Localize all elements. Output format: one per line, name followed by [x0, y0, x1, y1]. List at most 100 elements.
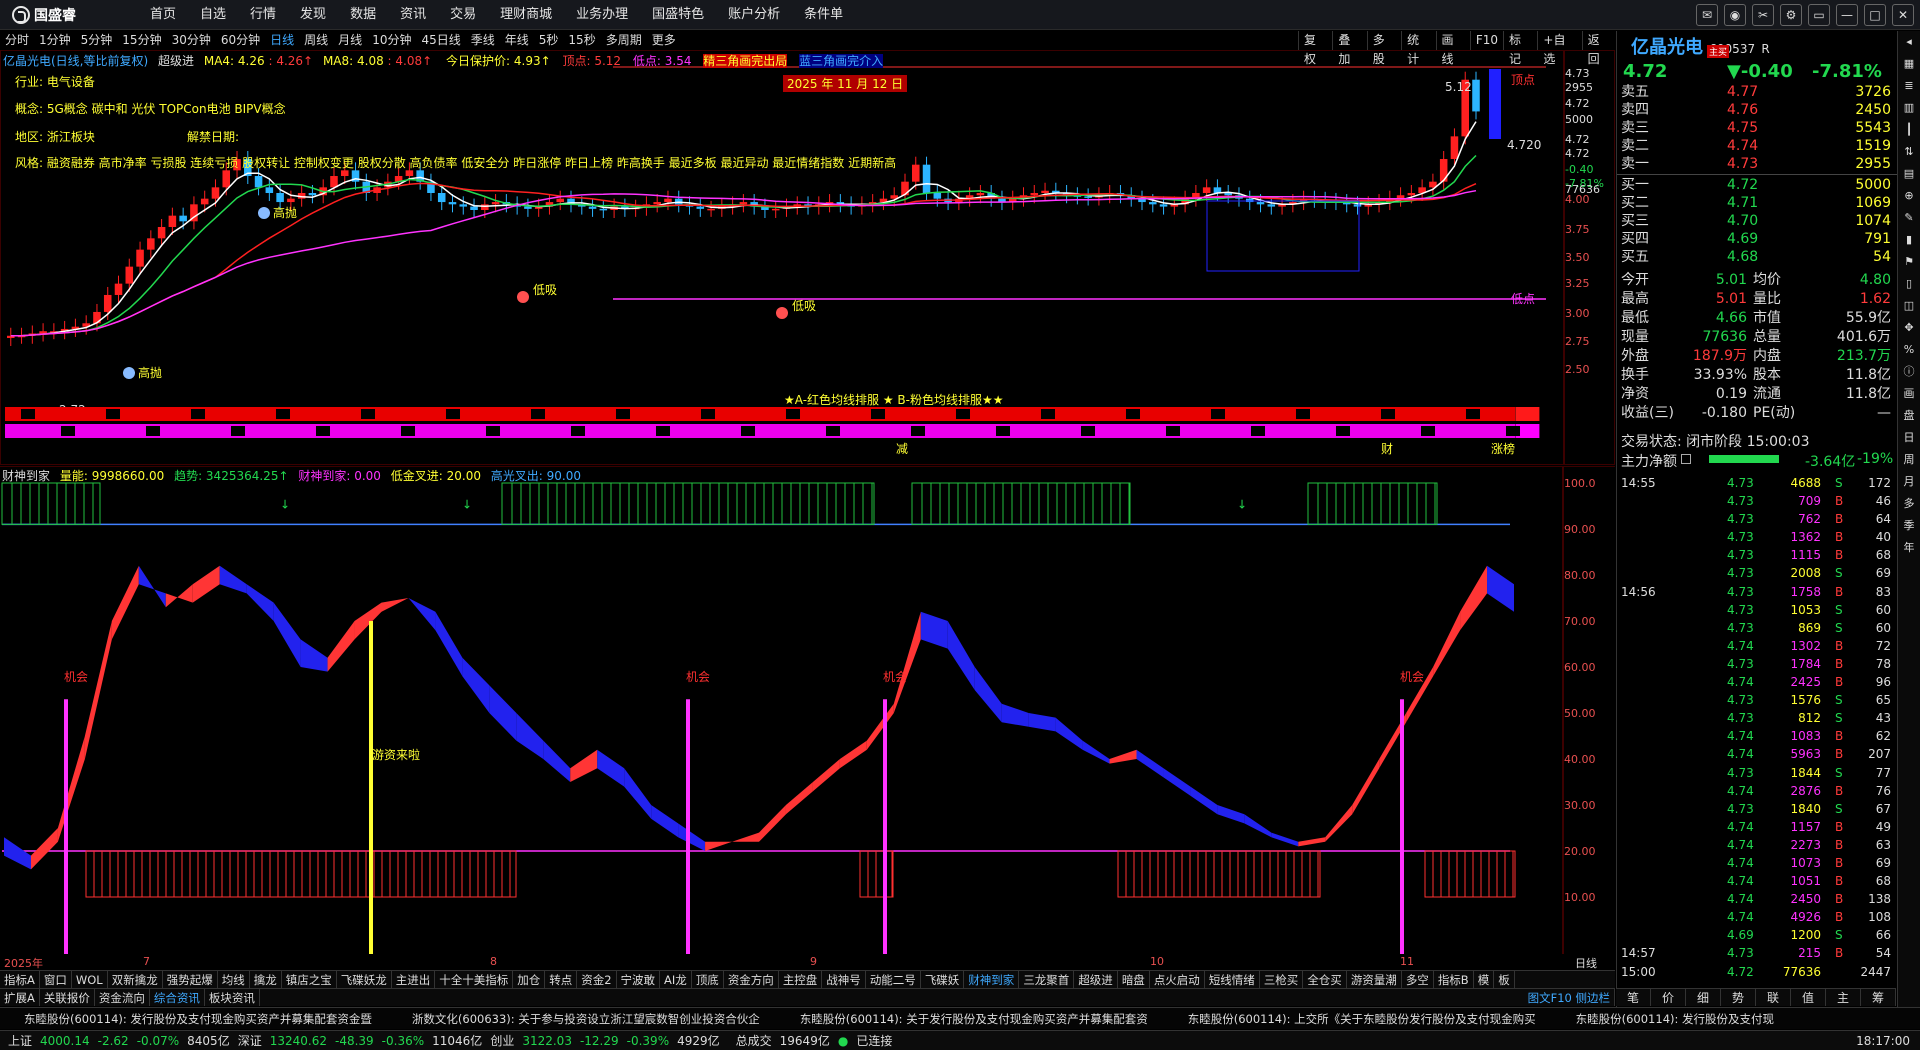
timeframe-tab[interactable]: 季线 [466, 31, 500, 50]
menu-item[interactable]: 数据 [338, 0, 388, 30]
net-toggle-icon[interactable] [1681, 454, 1691, 464]
ask-row[interactable]: 卖五 4.77 3726 [1617, 83, 1897, 101]
menu-item[interactable]: 行情 [238, 0, 288, 30]
sidebar-label[interactable]: 画 [1898, 383, 1920, 405]
zoom-icon[interactable]: ⊕ [1898, 185, 1920, 207]
info-tab[interactable]: 资金流向 [95, 989, 150, 1006]
sz-label[interactable]: 深证 [238, 1032, 262, 1049]
indicator-tab[interactable]: 均线 [218, 971, 250, 988]
close-button[interactable]: ✕ [1892, 4, 1914, 26]
sidebar-label[interactable]: 盘 [1898, 405, 1920, 427]
minimize-button[interactable]: — [1836, 4, 1858, 26]
chart-tool-button[interactable]: 标记 [1503, 31, 1537, 66]
indicator-tab[interactable]: 镇店之宝 [282, 971, 337, 988]
chart-tool-button[interactable]: 复权 [1298, 31, 1332, 66]
menu-item[interactable]: 国盛特色 [640, 0, 716, 30]
indicator-tab[interactable]: 点火启动 [1150, 971, 1205, 988]
chart-icon[interactable]: ▥ [1898, 97, 1920, 119]
indicator-tab[interactable]: 超级进 [1074, 971, 1118, 988]
indicator-tab[interactable]: 主进出 [392, 971, 436, 988]
grid-icon[interactable]: ▦ [1898, 53, 1920, 75]
timeframe-tab[interactable]: 45日线 [416, 31, 465, 50]
list-icon[interactable]: ≣ [1898, 75, 1920, 97]
indicator-tab[interactable]: 资金2 [577, 971, 617, 988]
expand-icon[interactable]: ◂ [1898, 31, 1920, 53]
chart-tool-button[interactable]: 多股 [1366, 31, 1401, 66]
timeframe-tab[interactable]: 60分钟 [216, 31, 265, 50]
flag-icon[interactable]: ⚑ [1898, 251, 1920, 273]
timeframe-tab[interactable]: 1分钟 [34, 31, 76, 50]
candle-icon[interactable]: ┃ [1898, 119, 1920, 141]
indicator-tab[interactable]: 指标B [1434, 971, 1474, 988]
indicator-tab[interactable]: 财神到家 [964, 971, 1020, 988]
timeframe-tab[interactable]: 30分钟 [167, 31, 216, 50]
indicator-tab[interactable]: 三枪买 [1260, 971, 1304, 988]
news-item[interactable]: 浙数文化(600633): 关于参与投资设立浙江望宸数智创业投资合伙企 [412, 1008, 760, 1029]
menu-item[interactable]: 账户分析 [716, 0, 792, 30]
sh-label[interactable]: 上证 [8, 1032, 32, 1049]
indicator-tab[interactable]: 加仓 [513, 971, 546, 988]
info-icon[interactable]: ⓘ [1898, 361, 1920, 383]
menu-item[interactable]: 业务办理 [564, 0, 640, 30]
indicator-tab[interactable]: 双新擒龙 [108, 971, 163, 988]
quote-tab[interactable]: 笔 [1616, 989, 1651, 1006]
info-tab[interactable]: 关联报价 [40, 989, 95, 1006]
ask-row[interactable]: 卖二 4.74 1519 [1617, 137, 1897, 155]
timeframe-tab[interactable]: 日线 [265, 31, 299, 50]
timeframe-tab[interactable]: 5秒 [534, 31, 564, 50]
timeframe-tab[interactable]: 15分钟 [117, 31, 166, 50]
ask-row[interactable]: 卖三 4.75 5543 [1617, 119, 1897, 137]
message-icon[interactable]: ✉ [1696, 4, 1718, 26]
indicator-tab[interactable]: 宁波敢 [617, 971, 661, 988]
indicator-tab[interactable]: AI龙 [660, 971, 692, 988]
main-kline-chart[interactable]: 高抛高抛低吸低吸低点顶点5.124.720←2.72减财涨榜 亿晶光电(日线,等… [0, 50, 1615, 465]
menu-item[interactable]: 理财商城 [488, 0, 564, 30]
tools-icon[interactable]: ✂ [1752, 4, 1774, 26]
indicator-tab[interactable]: 飞碟妖龙 [337, 971, 392, 988]
chart-tool-button[interactable]: 统计 [1401, 31, 1435, 66]
indicator-tab[interactable]: 转点 [545, 971, 578, 988]
indicator-tab[interactable]: 战神号 [822, 971, 866, 988]
indicator-tab[interactable]: 模 [1474, 971, 1495, 988]
table-icon[interactable]: ▤ [1898, 163, 1920, 185]
bars-icon[interactable]: ▮ [1898, 229, 1920, 251]
timeframe-tab[interactable]: 10分钟 [367, 31, 416, 50]
compare-icon[interactable]: ⇅ [1898, 141, 1920, 163]
quote-tab[interactable]: 主 [1826, 989, 1861, 1006]
bid-row[interactable]: 买四 4.69 791 [1617, 230, 1897, 248]
f10-sidebar-toggle[interactable]: 图文F10 侧边栏 [1524, 989, 1615, 1006]
bid-row[interactable]: 买一 4.72 5000 [1617, 176, 1897, 194]
chart-tool-button[interactable]: +自选 [1537, 31, 1581, 66]
info-tab[interactable]: 扩展A [0, 989, 40, 1006]
indicator-tab[interactable]: 十全十美指标 [435, 971, 514, 988]
indicator-tab[interactable]: 窗口 [40, 971, 72, 988]
indicator-tab[interactable]: 全仓买 [1303, 971, 1347, 988]
move-icon[interactable]: ✥ [1898, 317, 1920, 339]
quote-tab[interactable]: 价 [1651, 989, 1686, 1006]
indicator-tab[interactable]: 三龙聚首 [1019, 971, 1075, 988]
indicator-canvas[interactable]: 机会↑机会↑机会↑机会↑游资来啦↓↓↓ [0, 467, 1615, 954]
indicator-tab[interactable]: 板 [1494, 971, 1515, 988]
indicator-tab[interactable]: 暗盘 [1118, 971, 1150, 988]
bid-row[interactable]: 买二 4.71 1069 [1617, 194, 1897, 212]
timeframe-tab[interactable]: 分时 [0, 31, 34, 50]
sidebar-label[interactable]: 月 [1898, 471, 1920, 493]
chart-tool-button[interactable]: 叠加 [1332, 31, 1366, 66]
indicator-tab[interactable]: 资金方向 [724, 971, 779, 988]
sidebar-label[interactable]: 季 [1898, 515, 1920, 537]
sub-indicator-chart[interactable]: 机会↑机会↑机会↑机会↑游资来啦↓↓↓ 财神到家 量能: 9998660.00 … [0, 466, 1615, 954]
rsi-icon[interactable]: ◫ [1898, 295, 1920, 317]
menu-item[interactable]: 资讯 [388, 0, 438, 30]
info-tab[interactable]: 板块资讯 [205, 989, 260, 1006]
info-tab[interactable]: 综合资讯 [150, 989, 205, 1006]
menu-item[interactable]: 发现 [288, 0, 338, 30]
indicator-tab[interactable]: 动能二号 [866, 971, 921, 988]
indicator-tab[interactable]: 短线情绪 [1205, 971, 1260, 988]
draw-icon[interactable]: ✎ [1898, 207, 1920, 229]
sidebar-label[interactable]: 周 [1898, 449, 1920, 471]
timeframe-tab[interactable]: 多周期 [601, 31, 647, 50]
pct-icon[interactable]: % [1898, 339, 1920, 361]
timeframe-tab[interactable]: 月线 [333, 31, 367, 50]
sidebar-label[interactable]: 年 [1898, 537, 1920, 559]
quote-tab[interactable]: 势 [1721, 989, 1756, 1006]
